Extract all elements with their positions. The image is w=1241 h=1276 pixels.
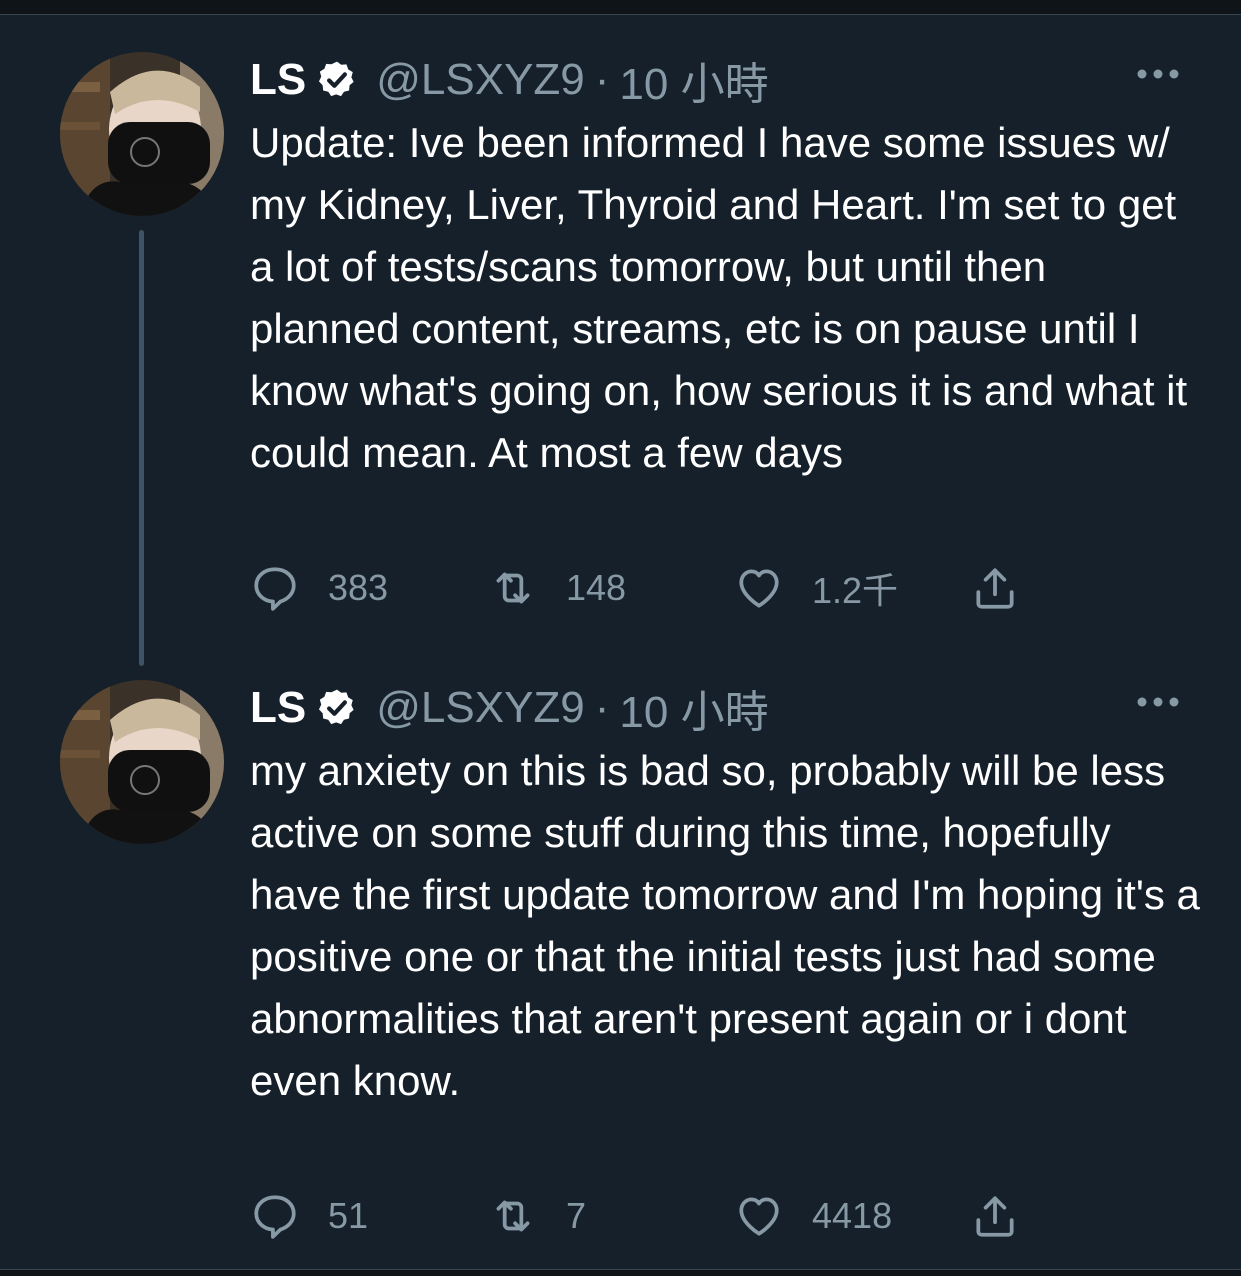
tweet-actions: 383 148 1.2千 bbox=[250, 560, 1050, 616]
retweet-button[interactable]: 7 bbox=[488, 1188, 586, 1244]
reply-count: 383 bbox=[328, 567, 389, 608]
thread-connector-line bbox=[139, 230, 144, 666]
retweet-icon bbox=[496, 572, 530, 604]
separator-dot: · bbox=[594, 55, 610, 104]
share-icon bbox=[976, 568, 1014, 609]
more-options-icon[interactable] bbox=[1135, 64, 1181, 84]
like-count: 4418 bbox=[812, 1195, 893, 1236]
verified-badge-icon bbox=[319, 61, 354, 97]
more-options-icon[interactable] bbox=[1135, 692, 1181, 712]
user-handle[interactable]: @LSXYZ9 bbox=[376, 683, 585, 733]
tweet-text: my anxiety on this is bad so, probably w… bbox=[250, 747, 1200, 1104]
tweet-header: LS @LSXYZ9 · 10 小時 bbox=[250, 50, 1181, 110]
reply-icon bbox=[254, 1195, 296, 1239]
timestamp[interactable]: 10 小時 bbox=[619, 676, 768, 740]
like-count: 1.2千 bbox=[812, 570, 899, 611]
avatar-image bbox=[60, 52, 224, 216]
avatar[interactable] bbox=[60, 52, 224, 216]
tweet-actions: 51 7 4418 bbox=[250, 1188, 1050, 1244]
timestamp[interactable]: 10 小時 bbox=[619, 48, 768, 112]
reply-button[interactable]: 51 bbox=[250, 1188, 368, 1244]
retweet-button[interactable]: 148 bbox=[488, 560, 626, 616]
tweet[interactable]: LS @LSXYZ9 · 10 小時 Update: Ive been info… bbox=[0, 40, 1241, 666]
retweet-icon bbox=[496, 1200, 530, 1232]
reply-icon bbox=[254, 567, 296, 611]
user-handle[interactable]: @LSXYZ9 bbox=[376, 55, 585, 105]
like-button[interactable]: 1.2千 bbox=[734, 560, 898, 616]
reply-count: 51 bbox=[328, 1195, 369, 1236]
heart-icon bbox=[739, 1197, 779, 1236]
display-name[interactable]: LS bbox=[250, 55, 306, 105]
share-button[interactable] bbox=[970, 1188, 1020, 1244]
tweet-header: LS @LSXYZ9 · 10 小時 bbox=[250, 678, 1181, 738]
tweet[interactable]: LS @LSXYZ9 · 10 小時 my anxiety on this is… bbox=[0, 668, 1241, 1258]
avatar[interactable] bbox=[60, 680, 224, 844]
avatar-image bbox=[60, 680, 224, 844]
reply-button[interactable]: 383 bbox=[250, 560, 388, 616]
share-icon bbox=[976, 1196, 1014, 1237]
like-button[interactable]: 4418 bbox=[734, 1188, 892, 1244]
verified-badge-icon bbox=[319, 689, 354, 725]
tweet-text: Update: Ive been informed I have some is… bbox=[250, 119, 1188, 476]
display-name[interactable]: LS bbox=[250, 683, 306, 733]
bottom-border bbox=[0, 1269, 1241, 1276]
share-button[interactable] bbox=[970, 560, 1020, 616]
retweet-count: 7 bbox=[566, 1195, 587, 1236]
retweet-count: 148 bbox=[566, 567, 627, 608]
separator-dot: · bbox=[594, 683, 610, 732]
top-border bbox=[0, 0, 1241, 15]
heart-icon bbox=[739, 569, 779, 608]
